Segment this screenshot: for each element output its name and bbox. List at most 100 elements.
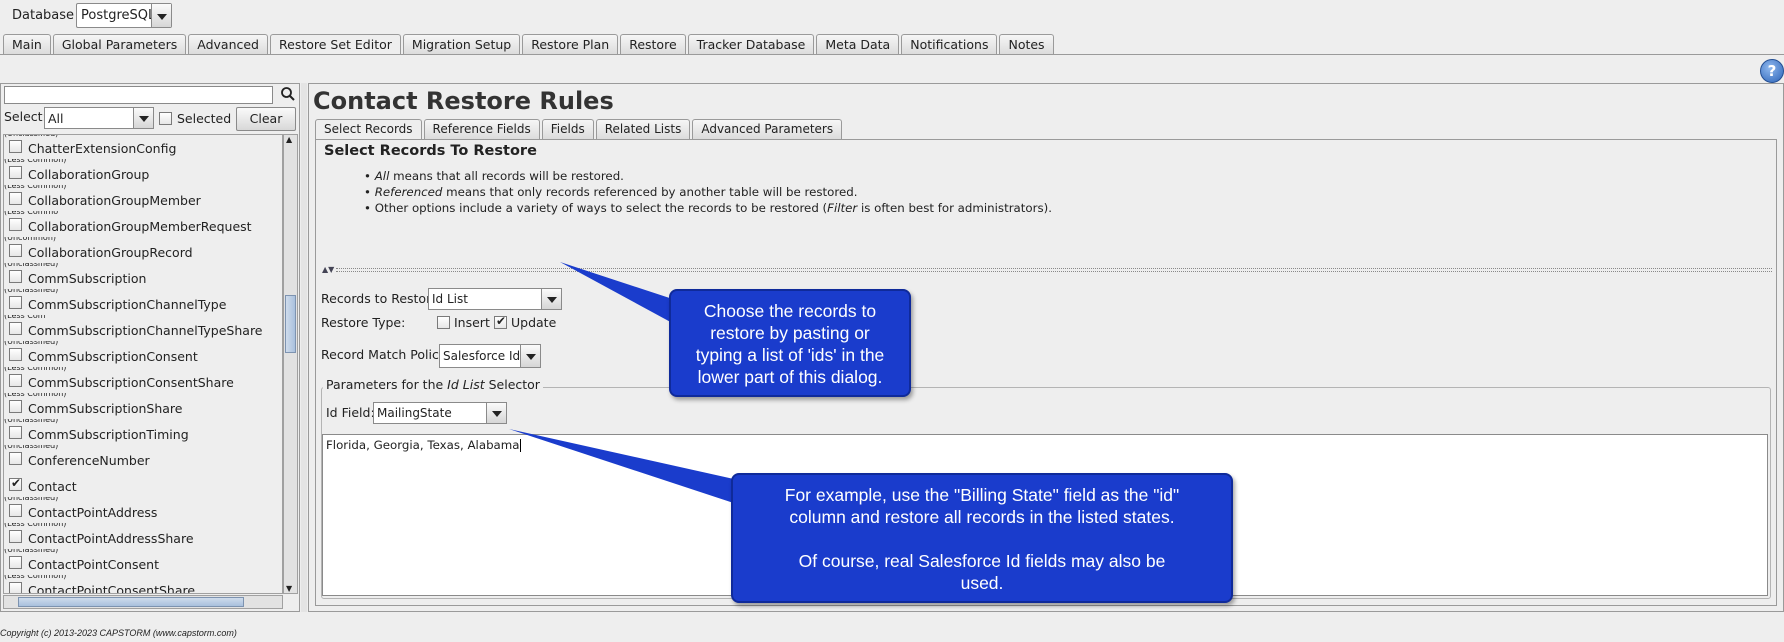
list-item-label: CollaborationGroupRecord: [28, 245, 193, 260]
chevron-down-icon[interactable]: [541, 289, 561, 309]
tab-main[interactable]: Main: [3, 34, 51, 54]
legend-text: Selector: [484, 377, 540, 392]
select-filter-dropdown[interactable]: All: [44, 107, 154, 129]
list-item-checkbox[interactable]: [9, 270, 22, 283]
update-checkbox[interactable]: [494, 314, 507, 329]
list-item[interactable]: ChatterExtensionConfig (Unclassified): [4, 135, 282, 159]
list-item[interactable]: CollaborationGroupRecord (Uncommon): [4, 237, 282, 263]
list-item-checkbox[interactable]: [9, 322, 22, 335]
chevron-down-icon[interactable]: [520, 345, 540, 367]
update-option[interactable]: Update: [494, 314, 556, 330]
list-item-checkbox[interactable]: [9, 166, 22, 179]
insert-checkbox[interactable]: [437, 316, 450, 329]
chevron-down-icon[interactable]: [133, 108, 153, 128]
list-item-checkbox[interactable]: [9, 426, 22, 439]
list-item-tag: (Unclassified): [4, 341, 59, 346]
tab-restore-set-editor[interactable]: Restore Set Editor: [270, 34, 401, 55]
object-list-vertical-scrollbar[interactable]: ▲ ▼: [283, 134, 298, 594]
tab-restore[interactable]: Restore: [620, 34, 686, 54]
list-item[interactable]: CommSubscription (Unclassified): [4, 263, 282, 289]
callout-line: lower part of this dialog.: [697, 367, 883, 387]
list-item-checkbox[interactable]: [9, 582, 22, 593]
scrollbar-thumb[interactable]: [285, 295, 296, 353]
list-item-label: ContactPointAddressShare: [28, 531, 194, 546]
collapse-handle-icon[interactable]: ▲▼: [322, 265, 334, 274]
list-item[interactable]: CollaborationGroupMember (Less Common): [4, 185, 282, 211]
list-item[interactable]: CommSubscriptionChannelTypeShare (Less Co…: [4, 315, 282, 341]
list-item[interactable]: CommSubscriptionConsentShare (Less Common…: [4, 367, 282, 393]
list-item[interactable]: ContactPointAddressShare (Less Common): [4, 523, 282, 549]
list-item-checkbox[interactable]: [9, 140, 22, 153]
list-item-label: CommSubscriptionTiming: [28, 427, 189, 442]
list-item-label: ContactPointConsentShare: [28, 583, 196, 594]
callout-line: [733, 528, 1231, 550]
section-heading: Select Records To Restore: [324, 143, 537, 159]
list-item[interactable]: CommSubscriptionConsent (Unclassified): [4, 341, 282, 367]
records-to-restore-dropdown[interactable]: Id List: [428, 288, 562, 310]
list-item-checkbox[interactable]: [9, 348, 22, 361]
list-item-tag: (Unclassified): [4, 419, 59, 424]
list-item-checkbox[interactable]: [9, 374, 22, 387]
clear-button[interactable]: Clear: [236, 107, 296, 131]
tab-global-parameters[interactable]: Global Parameters: [52, 34, 187, 54]
main-tabs: Main Global Parameters Advanced Restore …: [3, 34, 1056, 55]
tab-fields[interactable]: Fields: [541, 119, 594, 139]
help-icon[interactable]: ?: [1760, 59, 1784, 83]
tab-advanced-parameters[interactable]: Advanced Parameters: [692, 119, 843, 139]
list-item[interactable]: ContactPointConsent (Unclassified): [4, 549, 282, 575]
callout-example: For example, use the "Billing State" fie…: [731, 473, 1233, 603]
list-item[interactable]: CollaborationGroup (Less Common): [4, 159, 282, 185]
tab-migration-setup[interactable]: Migration Setup: [402, 34, 521, 54]
tab-notifications[interactable]: Notifications: [901, 34, 998, 54]
callout-line: column and restore all records in the li…: [789, 507, 1175, 527]
tab-notes[interactable]: Notes: [999, 34, 1054, 54]
list-item-checkbox[interactable]: [9, 452, 22, 465]
scroll-up-icon[interactable]: ▲: [286, 135, 292, 144]
list-item-checkbox[interactable]: [9, 504, 22, 517]
list-item[interactable]: CommSubscriptionShare (Less Common): [4, 393, 282, 419]
tab-restore-plan[interactable]: Restore Plan: [522, 34, 619, 54]
id-field-dropdown[interactable]: MailingState: [373, 402, 507, 424]
tab-meta-data[interactable]: Meta Data: [816, 34, 900, 54]
chevron-down-icon[interactable]: [151, 4, 171, 27]
tab-related-lists[interactable]: Related Lists: [595, 119, 691, 139]
insert-option[interactable]: Insert: [437, 315, 490, 330]
list-item[interactable]: ContactPointAddress (Unclassified): [4, 497, 282, 523]
scroll-down-icon[interactable]: ▼: [286, 584, 292, 593]
list-item[interactable]: CollaborationGroupMemberRequest (Less Com…: [4, 211, 282, 237]
list-item[interactable]: ConferenceNumber (Unclassified): [4, 445, 282, 471]
list-item[interactable]: CommSubscriptionTiming (Unclassified): [4, 419, 282, 445]
tab-tracker-database[interactable]: Tracker Database: [687, 34, 815, 54]
list-item[interactable]: CommSubscriptionChannelType (Unclassified…: [4, 289, 282, 315]
list-item-tag: (Less Common): [4, 523, 67, 528]
tab-select-records[interactable]: Select Records: [315, 119, 422, 140]
panel-splitter[interactable]: [301, 83, 307, 612]
id-list-text: Florida, Georgia, Texas, Alabama: [326, 438, 521, 452]
list-item-checkbox[interactable]: [9, 244, 22, 257]
object-list-horizontal-scrollbar[interactable]: [3, 595, 283, 609]
list-item-tag: (Unclassified): [4, 445, 59, 450]
record-match-policy-dropdown[interactable]: Salesforce Id: [439, 344, 541, 368]
tab-advanced[interactable]: Advanced: [188, 34, 268, 54]
chevron-down-icon[interactable]: [486, 403, 506, 423]
tab-reference-fields[interactable]: Reference Fields: [423, 119, 540, 139]
list-item-checkbox[interactable]: [9, 296, 22, 309]
search-input[interactable]: [4, 86, 273, 104]
list-item[interactable]: Contact: [4, 471, 282, 497]
list-item[interactable]: ContactPointConsentShare (Less Common): [4, 575, 282, 594]
list-item-checkbox[interactable]: [9, 192, 22, 205]
selected-checkbox[interactable]: [159, 112, 172, 125]
search-icon[interactable]: [279, 85, 297, 103]
list-item-checkbox[interactable]: [9, 218, 22, 231]
list-item-checkbox[interactable]: [9, 400, 22, 413]
list-item-checkbox[interactable]: [9, 530, 22, 543]
split-divider[interactable]: [336, 268, 1772, 272]
copyright-footer: Copyright (c) 2013-2023 CAPSTORM (www.ca…: [0, 628, 237, 638]
list-item-tag: (Uncommon): [4, 237, 57, 242]
list-item-checkbox[interactable]: [9, 556, 22, 569]
list-item-checkbox[interactable]: [9, 476, 22, 491]
object-list: ChatterExtensionConfig(Unclassified)Coll…: [3, 134, 283, 594]
database-select[interactable]: PostgreSQL: [76, 3, 172, 28]
scrollbar-thumb[interactable]: [18, 597, 244, 607]
record-match-policy-label: Record Match Policy:: [321, 347, 450, 362]
